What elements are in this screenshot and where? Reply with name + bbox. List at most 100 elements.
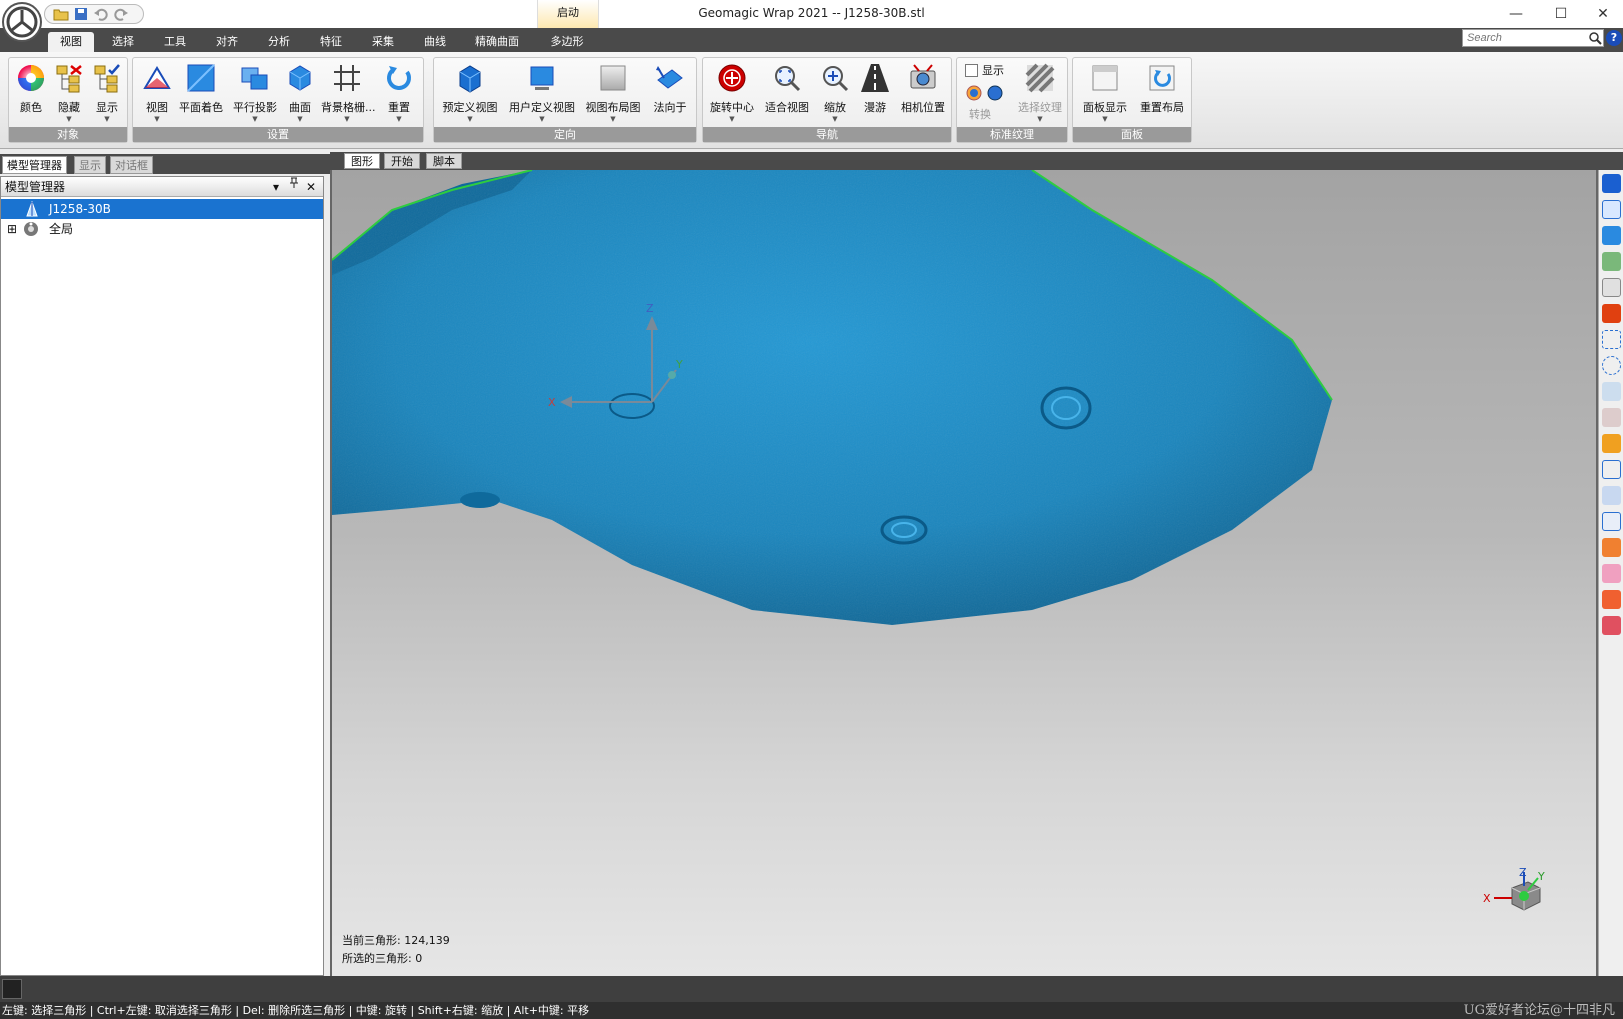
tab-select[interactable]: 选择	[100, 32, 146, 52]
tab-align[interactable]: 对齐	[204, 32, 250, 52]
dropdown-arrow-icon[interactable]: ▼	[707, 115, 757, 123]
line-select-icon[interactable]	[1602, 382, 1621, 401]
tab-exact-surfacing[interactable]: 精确曲面	[466, 32, 528, 52]
dropdown-arrow-icon[interactable]: ▼	[1015, 115, 1065, 123]
mesh-model[interactable]: X Z Y	[332, 170, 1596, 976]
graphics-viewport[interactable]: X Z Y X Z Y 当前三角形: 124,139 所选的三角形: 0	[330, 170, 1598, 976]
pin-icon[interactable]	[289, 177, 299, 197]
tab-script[interactable]: 脚本	[426, 153, 462, 169]
search-icon[interactable]	[1588, 31, 1602, 45]
undo-icon[interactable]	[93, 7, 109, 21]
brush-select-icon[interactable]	[1602, 408, 1621, 427]
panel-display-icon	[1092, 65, 1118, 91]
reset-layout-button[interactable]: 重置布局	[1135, 62, 1189, 115]
checkbox-box[interactable]	[965, 63, 978, 77]
tab-start[interactable]: 开始	[384, 153, 420, 169]
reset-layout-label: 重置布局	[1140, 101, 1184, 114]
walkthrough-button[interactable]: 漫游	[857, 62, 893, 115]
rotation-center-button[interactable]: 旋转中心 ▼	[707, 62, 757, 123]
select-connected-icon[interactable]	[1602, 616, 1621, 635]
context-tab-startup[interactable]: 启动	[537, 0, 599, 28]
dropdown-arrow-icon[interactable]: ▼	[1079, 115, 1131, 123]
dropdown-arrow-icon[interactable]: ▼	[141, 115, 173, 123]
normal-to-label: 法向于	[653, 101, 687, 114]
predefined-view-button[interactable]: 预定义视图 ▼	[440, 62, 500, 123]
color-button[interactable]: 颜色	[15, 62, 47, 115]
maximize-button[interactable]: ☐	[1538, 0, 1584, 28]
hide-button[interactable]: 隐藏 ▼	[53, 62, 85, 123]
layers-icon[interactable]	[1602, 252, 1621, 271]
invert-select-icon[interactable]	[1602, 590, 1621, 609]
tab-polygons[interactable]: 多边形	[537, 32, 597, 52]
camera-position-button[interactable]: 相机位置	[897, 62, 949, 115]
dropdown-arrow-icon[interactable]: ▼	[440, 115, 500, 123]
panel-dropdown-icon[interactable]: ▾	[273, 177, 279, 197]
expand-icon[interactable]: ⊞	[7, 219, 17, 239]
surface-button[interactable]: 曲面 ▼	[283, 62, 317, 123]
select-all-icon[interactable]	[1602, 538, 1621, 557]
minimize-button[interactable]: —	[1493, 0, 1539, 28]
tab-graphics[interactable]: 图形	[344, 153, 380, 169]
through-select-icon[interactable]	[1602, 512, 1621, 531]
select-texture-button[interactable]: 选择纹理 ▼	[1015, 62, 1065, 123]
close-button[interactable]: ✕	[1580, 0, 1623, 28]
dropdown-arrow-icon[interactable]: ▼	[584, 115, 642, 123]
panel-display-button[interactable]: 面板显示 ▼	[1079, 62, 1131, 123]
zoom-button[interactable]: 缩放 ▼	[817, 62, 853, 123]
cube-view-icon[interactable]	[1602, 174, 1621, 193]
color-label: 颜色	[20, 101, 42, 114]
log-window-button[interactable]	[2, 979, 22, 999]
tree-item-global[interactable]: ⊞ 全局	[1, 219, 323, 239]
open-icon[interactable]	[53, 7, 69, 21]
view-button[interactable]: 视图 ▼	[141, 62, 173, 123]
dropdown-arrow-icon[interactable]: ▼	[379, 115, 419, 123]
zoom-fit-icon[interactable]	[1602, 278, 1621, 297]
flat-shade-icon[interactable]	[1602, 226, 1621, 245]
lasso-select-icon[interactable]	[1602, 356, 1621, 375]
tab-model-manager[interactable]: 模型管理器	[2, 156, 67, 174]
parallel-projection-button[interactable]: 平行投影 ▼	[231, 62, 279, 123]
predefined-view-label: 预定义视图	[442, 101, 498, 114]
tree-item-model[interactable]: J1258-30B	[1, 199, 323, 219]
rotation-center-icon[interactable]	[1602, 304, 1621, 323]
tab-features[interactable]: 特征	[308, 32, 354, 52]
dropdown-arrow-icon[interactable]: ▼	[321, 115, 373, 123]
tab-tools[interactable]: 工具	[152, 32, 198, 52]
dropdown-arrow-icon[interactable]: ▼	[817, 115, 853, 123]
select-none-icon[interactable]	[1602, 564, 1621, 583]
user-defined-view-button[interactable]: 用户定义视图 ▼	[508, 62, 576, 123]
tab-view[interactable]: 视图	[48, 32, 94, 52]
visible-select-icon[interactable]	[1602, 486, 1621, 505]
save-icon[interactable]	[73, 7, 89, 21]
dropdown-arrow-icon[interactable]: ▼	[91, 115, 123, 123]
orientation-triad-icon[interactable]: X Z Y	[1482, 868, 1552, 928]
dropdown-arrow-icon[interactable]: ▼	[283, 115, 317, 123]
normal-to-button[interactable]: 法向于	[648, 62, 692, 115]
reset-view-icon[interactable]	[1602, 200, 1621, 219]
tab-dialog[interactable]: 对话框	[110, 156, 153, 174]
tab-display[interactable]: 显示	[74, 156, 106, 174]
window-select-icon[interactable]	[1602, 460, 1621, 479]
show-button[interactable]: 显示 ▼	[91, 62, 123, 123]
dropdown-arrow-icon[interactable]: ▼	[53, 115, 85, 123]
view-layout-button[interactable]: 视图布局图 ▼	[584, 62, 642, 123]
tab-curves[interactable]: 曲线	[412, 32, 458, 52]
paint-select-icon[interactable]	[1602, 434, 1621, 453]
panel-close-icon[interactable]: ✕	[306, 177, 316, 197]
dropdown-arrow-icon[interactable]: ▼	[508, 115, 576, 123]
flat-shading-button[interactable]: 平面着色	[177, 62, 225, 115]
rectangle-select-icon[interactable]	[1602, 330, 1621, 349]
dropdown-arrow-icon[interactable]: ▼	[231, 115, 279, 123]
search-input[interactable]	[1462, 29, 1604, 47]
app-menu-logo-icon[interactable]	[2, 2, 42, 42]
texture-spheres-icon[interactable]	[965, 84, 1005, 102]
reset-button[interactable]: 重置 ▼	[379, 62, 419, 123]
fit-view-button[interactable]: 适合视图	[761, 62, 813, 115]
tab-analysis[interactable]: 分析	[256, 32, 302, 52]
panel-display-label: 面板显示	[1083, 101, 1127, 114]
tab-capture[interactable]: 采集	[360, 32, 406, 52]
background-grid-button[interactable]: 背景格栅... ▼	[321, 62, 376, 123]
help-icon[interactable]: ?	[1606, 30, 1622, 46]
texture-display-checkbox[interactable]: 显示	[965, 62, 1004, 78]
redo-icon[interactable]	[113, 7, 129, 21]
